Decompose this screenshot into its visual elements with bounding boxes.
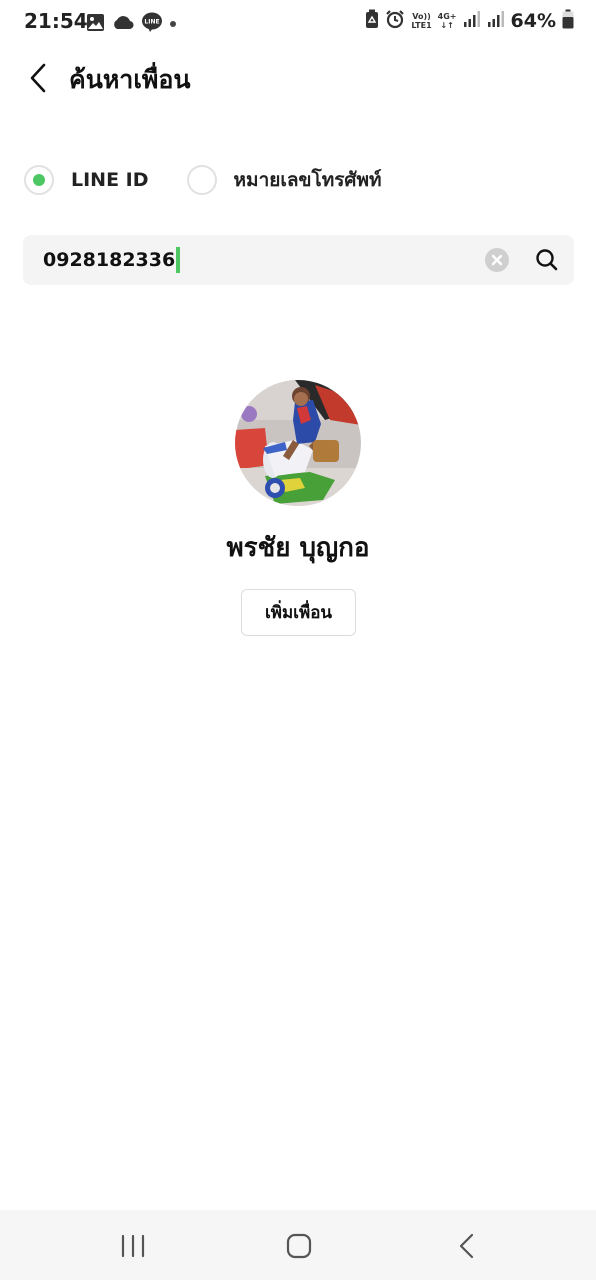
signal-icon-2 xyxy=(487,10,505,32)
status-notification-icons: LINE xyxy=(86,11,176,37)
radio-option-line-id[interactable]: LINE ID xyxy=(24,165,149,195)
dot-icon xyxy=(170,21,176,27)
page-title: ค้นหาเพื่อน xyxy=(69,65,191,94)
status-system-icons: Vo)) LTE1 4G+ ↓↑ 64% xyxy=(365,9,574,33)
svg-text:LINE: LINE xyxy=(144,19,159,26)
network-type-indicator: 4G+ ↓↑ xyxy=(438,12,457,30)
alarm-icon xyxy=(385,9,405,33)
search-type-selector: LINE ID หมายเลขโทรศัพท์ xyxy=(24,165,382,195)
radio-label-line-id: LINE ID xyxy=(71,169,149,191)
line-app-icon: LINE xyxy=(141,11,163,37)
data-arrows-icon: ↓↑ xyxy=(440,21,454,30)
chevron-left-icon xyxy=(30,63,46,93)
back-arrow-icon xyxy=(459,1233,474,1259)
search-icon xyxy=(536,249,558,271)
profile-name: พรชัย บุญกอ xyxy=(226,533,370,563)
header: ค้นหาเพื่อน xyxy=(0,50,596,106)
radio-button-phone-number[interactable] xyxy=(186,165,217,195)
radio-option-phone-number[interactable]: หมายเลขโทรศัพท์ xyxy=(186,165,382,195)
cloud-icon xyxy=(112,14,134,34)
status-time: 21:54 xyxy=(24,9,88,33)
nav-back-button[interactable] xyxy=(446,1230,486,1262)
image-icon xyxy=(86,13,105,36)
back-button[interactable] xyxy=(22,60,54,96)
clear-search-button[interactable] xyxy=(485,248,509,272)
home-button[interactable] xyxy=(279,1230,319,1262)
volte-top-text: Vo)) xyxy=(412,12,431,21)
search-bar: 0928182336 xyxy=(23,235,574,285)
avatar xyxy=(235,380,361,506)
battery-percent: 64% xyxy=(510,10,556,32)
app-screen: 21:54 LINE Vo)) LTE1 4G+ ↓↑ 64% ค้นหาเพื… xyxy=(0,0,596,1280)
add-friend-button[interactable]: เพิ่มเพื่อน xyxy=(241,589,356,636)
search-button[interactable] xyxy=(534,247,560,273)
volte-bottom-text: LTE1 xyxy=(411,21,432,30)
avatar-photo xyxy=(235,380,361,506)
radio-button-line-id[interactable] xyxy=(24,165,54,195)
status-bar: 21:54 LINE Vo)) LTE1 4G+ ↓↑ 64% xyxy=(0,0,596,44)
system-nav-bar xyxy=(0,1210,596,1280)
search-input[interactable]: 0928182336 xyxy=(43,235,181,285)
network-type-text: 4G+ xyxy=(437,12,457,21)
recycle-battery-icon xyxy=(365,9,379,33)
volte-indicator: Vo)) LTE1 xyxy=(411,12,431,30)
search-input-text: 0928182336 xyxy=(43,249,176,271)
home-icon xyxy=(286,1233,312,1259)
recent-apps-button[interactable] xyxy=(113,1230,153,1262)
close-icon xyxy=(491,254,503,266)
signal-icon-1 xyxy=(463,10,481,32)
recent-apps-icon xyxy=(121,1234,145,1258)
battery-icon xyxy=(562,9,574,33)
text-cursor xyxy=(176,247,181,273)
radio-label-phone-number: หมายเลขโทรศัพท์ xyxy=(233,169,382,191)
